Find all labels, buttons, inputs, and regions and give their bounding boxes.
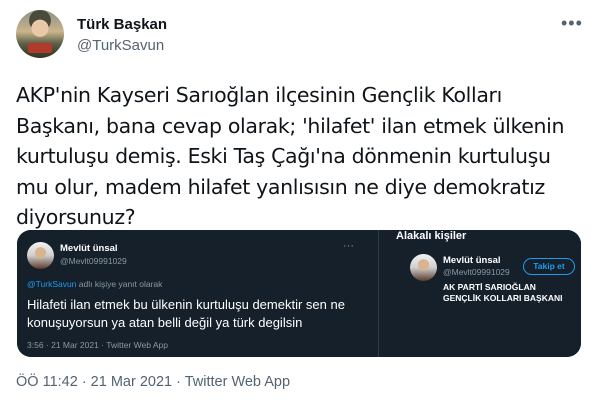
author-display-name[interactable]: Türk Başkan	[77, 16, 167, 33]
more-horizontal-icon[interactable]: •••	[561, 14, 583, 32]
quoted-meta: 3:56 · 21 Mar 2021 · Twitter Web App	[27, 340, 168, 350]
quoted-handle: @Mevlt09991029	[60, 256, 127, 266]
quoted-name: Mevlüt ünsal	[60, 243, 118, 254]
related-people-title: Alakalı kişiler	[396, 230, 467, 242]
related-people-pane: Alakalı kişiler Mevlüt ünsal @Mevlt09991…	[378, 230, 581, 357]
tweet-text: AKP'nin Kayseri Sarıoğlan ilçesinin Genç…	[16, 83, 565, 229]
quoted-more-icon: ···	[343, 240, 354, 252]
quoted-reply-pane: Mevlüt ünsal @Mevlt09991029 ··· @TurkSav…	[17, 230, 377, 357]
related-name: Mevlüt ünsal	[443, 255, 501, 266]
related-handle: @Mevlt09991029	[443, 267, 510, 277]
quoted-avatar	[27, 242, 54, 269]
follow-button: Takip et	[523, 258, 575, 275]
related-avatar	[410, 254, 437, 281]
attached-screenshot-image[interactable]: Mevlüt ünsal @Mevlt09991029 ··· @TurkSav…	[17, 230, 581, 357]
related-bio: AK PARTİ SARIOĞLAN GENÇLİK KOLLARI BAŞKA…	[443, 282, 563, 303]
reply-context: @TurkSavun adlı kişiye yanıt olarak	[27, 279, 162, 289]
author-handle[interactable]: @TurkSavun	[77, 37, 164, 54]
reply-mention: @TurkSavun	[27, 279, 77, 289]
avatar-badge	[28, 43, 52, 53]
tweet-timestamp[interactable]: ÖÖ 11:42 · 21 Mar 2021 · Twitter Web App	[16, 374, 290, 390]
author-avatar[interactable]	[16, 10, 64, 58]
quoted-text: Hilafeti ilan etmek bu ülkenin kurtuluşu…	[27, 297, 345, 330]
reply-suffix: adlı kişiye yanıt olarak	[76, 279, 163, 289]
